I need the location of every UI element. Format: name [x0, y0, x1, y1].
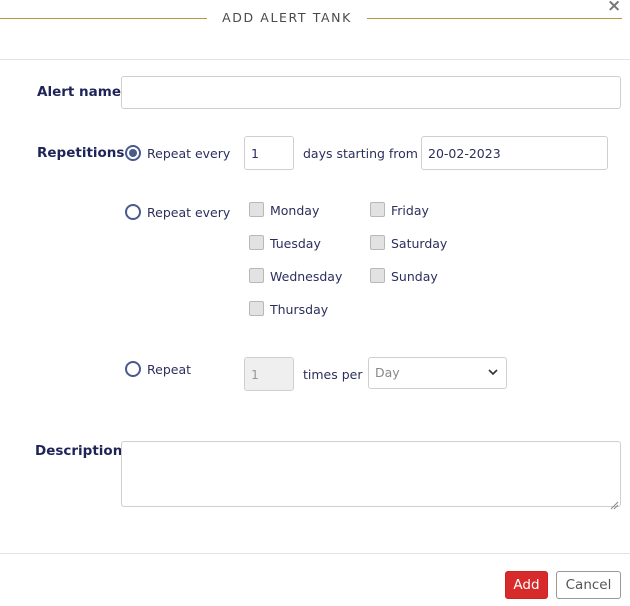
description-label: Description	[35, 443, 123, 459]
repeat-every-days-label: Repeat every	[147, 146, 231, 161]
wednesday-label: Wednesday	[270, 269, 343, 284]
repeat-times-radio[interactable]	[125, 361, 141, 377]
repeat-times-label: Repeat	[147, 362, 192, 377]
title-divider-left	[0, 18, 207, 19]
add-button[interactable]: Add	[505, 571, 548, 599]
sunday-label: Sunday	[391, 269, 438, 284]
repetitions-label: Repetitions	[37, 145, 125, 161]
title-divider-right	[367, 18, 622, 19]
tuesday-checkbox[interactable]	[249, 235, 264, 250]
days-starting-from-text: days starting from	[303, 146, 418, 161]
alert-name-input[interactable]	[121, 76, 621, 109]
resize-grip-icon[interactable]	[609, 495, 619, 510]
friday-label: Friday	[391, 203, 429, 218]
thursday-checkbox[interactable]	[249, 301, 264, 316]
repeat-every-weekdays-radio[interactable]	[125, 204, 141, 220]
friday-checkbox[interactable]	[370, 202, 385, 217]
times-per-text: times per	[303, 367, 363, 382]
monday-label: Monday	[270, 203, 320, 218]
chevron-down-icon	[488, 358, 498, 401]
dialog-title: ADD ALERT TANK	[222, 10, 352, 25]
footer-divider	[0, 553, 630, 554]
alert-name-label: Alert name	[37, 84, 121, 100]
monday-checkbox[interactable]	[249, 202, 264, 217]
saturday-checkbox[interactable]	[370, 235, 385, 250]
repeat-every-days-radio[interactable]	[125, 145, 141, 161]
repeat-days-input[interactable]	[244, 136, 294, 170]
times-input[interactable]	[244, 357, 294, 391]
thursday-label: Thursday	[270, 302, 329, 317]
period-select[interactable]: Day	[368, 357, 507, 389]
wednesday-checkbox[interactable]	[249, 268, 264, 283]
period-select-value: Day	[375, 365, 400, 380]
tuesday-label: Tuesday	[270, 236, 321, 251]
sunday-checkbox[interactable]	[370, 268, 385, 283]
saturday-label: Saturday	[391, 236, 448, 251]
start-date-input[interactable]	[421, 136, 608, 170]
close-icon[interactable]: ×	[607, 0, 621, 16]
dialog-header: ADD ALERT TANK ×	[0, 0, 630, 60]
description-textarea[interactable]	[121, 441, 621, 507]
repeat-every-weekdays-label: Repeat every	[147, 205, 231, 220]
cancel-button[interactable]: Cancel	[556, 571, 621, 599]
